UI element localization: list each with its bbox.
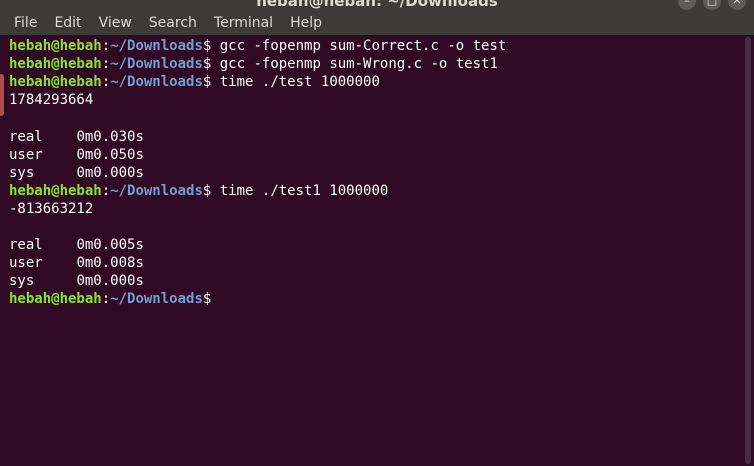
prompt-symbol: $ xyxy=(202,291,212,308)
prompt-path: ~/Downloads xyxy=(110,56,203,73)
scrollbar-thumb[interactable] xyxy=(745,37,751,464)
output-line: -813663212 xyxy=(9,200,94,217)
prompt-line: hebah@hebah:~/Downloads$ xyxy=(9,290,219,308)
menu-search[interactable]: Search xyxy=(149,15,197,31)
terminal-window: hebah@hebah: ~/Downloads – □ ✕ File Edit… xyxy=(0,0,754,466)
launcher-edge xyxy=(0,74,4,116)
command-text: time ./test1 1000000 xyxy=(211,182,389,199)
prompt-line: hebah@hebah:~/Downloads$ time ./test 100… xyxy=(9,73,380,91)
prompt-line: hebah@hebah:~/Downloads$ time ./test1 10… xyxy=(9,182,388,200)
prompt-user: hebah@hebah xyxy=(9,56,102,73)
prompt-separator: : xyxy=(101,38,111,54)
prompt-separator: : xyxy=(101,56,111,73)
output-line: sys 0m0.000s xyxy=(9,273,144,290)
prompt-path: ~/Downloads xyxy=(110,38,203,54)
prompt-user: hebah@hebah xyxy=(9,182,102,199)
prompt-path: ~/Downloads xyxy=(110,74,203,91)
prompt-separator: : xyxy=(101,182,111,199)
output-line: user 0m0.050s xyxy=(9,146,144,163)
prompt-user: hebah@hebah xyxy=(9,291,102,308)
prompt-separator: : xyxy=(101,74,111,91)
prompt-user: hebah@hebah xyxy=(9,74,102,91)
command-text: time ./test 1000000 xyxy=(211,74,380,91)
terminal-cursor xyxy=(211,290,219,306)
prompt-separator: : xyxy=(101,291,111,308)
output-line: 1784293664 xyxy=(9,92,94,109)
window-title: hebah@hebah: ~/Downloads xyxy=(256,0,498,10)
prompt-path: ~/Downloads xyxy=(110,291,203,308)
menu-edit[interactable]: Edit xyxy=(54,15,81,31)
output-line: real 0m0.030s xyxy=(9,128,144,145)
output-line: real 0m0.005s xyxy=(9,237,144,254)
menu-view[interactable]: View xyxy=(99,15,132,31)
menu-help[interactable]: Help xyxy=(290,15,322,31)
prompt-path: ~/Downloads xyxy=(110,182,203,199)
menu-bar: File Edit View Search Terminal Help xyxy=(0,11,754,35)
command-text: gcc -fopenmp sum-Correct.c -o test xyxy=(211,38,507,54)
output-line: sys 0m0.000s xyxy=(9,164,144,181)
prompt-line: hebah@hebah:~/Downloads$ gcc -fopenmp su… xyxy=(9,37,506,55)
terminal-output[interactable]: hebah@hebah:~/Downloads$ gcc -fopenmp su… xyxy=(0,35,742,466)
prompt-user: hebah@hebah xyxy=(9,38,102,54)
title-bar: hebah@hebah: ~/Downloads – □ ✕ xyxy=(0,0,754,11)
scrollbar[interactable] xyxy=(742,35,754,466)
menu-file[interactable]: File xyxy=(14,15,37,31)
prompt-line: hebah@hebah:~/Downloads$ gcc -fopenmp su… xyxy=(9,55,498,73)
output-line: user 0m0.008s xyxy=(9,255,144,272)
menu-terminal[interactable]: Terminal xyxy=(214,15,273,31)
command-text: gcc -fopenmp sum-Wrong.c -o test1 xyxy=(211,56,498,73)
